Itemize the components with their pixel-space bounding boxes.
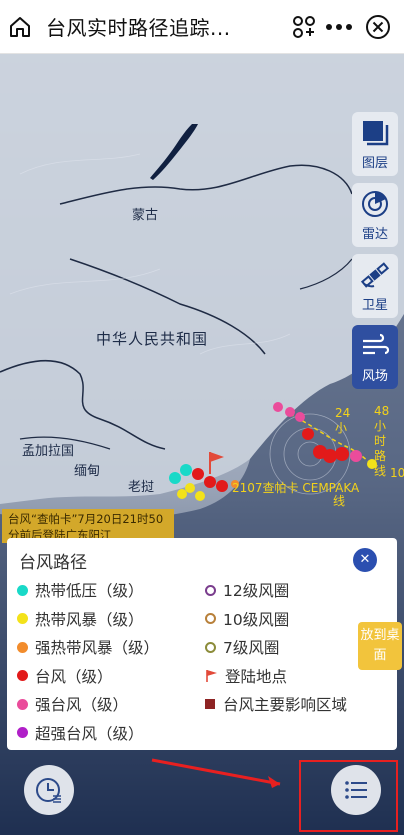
flag-icon bbox=[206, 669, 217, 682]
highlight-box bbox=[299, 760, 398, 832]
clock-icon bbox=[36, 778, 61, 803]
scan-icon[interactable] bbox=[291, 14, 317, 40]
history-button[interactable] bbox=[24, 765, 74, 815]
severe-typhoon-dot-icon bbox=[17, 698, 28, 710]
wind-circle-12-icon bbox=[205, 584, 216, 596]
label-myanmar: 缅甸 bbox=[74, 464, 101, 479]
tropical-storm-dot-icon bbox=[17, 613, 28, 625]
legend-item: 台风（级） bbox=[17, 662, 159, 691]
legend-item: 热带风暴（级） bbox=[17, 605, 159, 634]
legend-panel: 台风路径 ✕ 热带低压（级） 热带风暴（级） 强热带风暴（级） 台风（级） 强台… bbox=[7, 538, 397, 750]
label-mongolia: 蒙古 bbox=[132, 208, 159, 223]
radar-icon bbox=[362, 190, 388, 217]
layers-label: 图层 bbox=[361, 155, 388, 171]
legend-wind-column: 12级风圈 10级风圈 7级风圈 登陆地点 台风主要影响区域 bbox=[205, 576, 347, 719]
legend-item: 热带低压（级） bbox=[17, 576, 159, 605]
forecast-48h-label: 48小时路线 bbox=[374, 404, 390, 478]
map-tools: 图层 雷达 卫星 风场 bbox=[352, 112, 398, 396]
impact-area-icon bbox=[205, 699, 215, 710]
label-china: 中华人民共和国 bbox=[96, 330, 209, 348]
wind-label: 风场 bbox=[361, 368, 388, 384]
super-typhoon-dot-icon bbox=[17, 727, 28, 739]
forecast-72h-label: 10 bbox=[390, 466, 404, 480]
wind-icon bbox=[363, 333, 390, 354]
severe-tropical-storm-dot-icon bbox=[17, 641, 28, 653]
typhoon-map[interactable]: 蒙古 中华人民共和国 孟加拉国 缅甸 老挝 2107查帕卡 CEMPAKA 24… bbox=[0, 54, 404, 835]
wind-button[interactable]: 风场 bbox=[352, 325, 398, 389]
tropical-depression-dot-icon bbox=[17, 584, 28, 596]
legend-item: 台风主要影响区域 bbox=[205, 690, 347, 719]
satellite-button[interactable]: 卫星 bbox=[352, 254, 398, 318]
label-bangladesh: 孟加拉国 bbox=[22, 444, 75, 459]
satellite-icon bbox=[360, 261, 390, 288]
radar-label: 雷达 bbox=[361, 226, 388, 242]
home-icon[interactable] bbox=[8, 15, 32, 39]
add-to-desktop-button[interactable]: 放到桌面 bbox=[358, 622, 402, 670]
legend-item: 超强台风（级） bbox=[17, 719, 159, 748]
close-icon[interactable] bbox=[365, 14, 391, 40]
forecast-24h-label: 24小 bbox=[335, 406, 351, 435]
wind-circle-10-icon bbox=[205, 613, 216, 625]
legend-item: 登陆地点 bbox=[205, 662, 347, 691]
title-bar: 台风实时路径追踪... bbox=[0, 0, 404, 54]
typhoon-dot-icon bbox=[17, 670, 28, 682]
legend-close-button[interactable]: ✕ bbox=[353, 548, 377, 572]
layers-icon bbox=[363, 120, 389, 145]
satellite-label: 卫星 bbox=[361, 297, 388, 313]
legend-item: 强台风（级） bbox=[17, 690, 159, 719]
legend-item: 7级风圈 bbox=[205, 633, 347, 662]
legend-item: 12级风圈 bbox=[205, 576, 347, 605]
legend-title: 台风路径 bbox=[19, 553, 87, 573]
legend-intensity-column: 热带低压（级） 热带风暴（级） 强热带风暴（级） 台风（级） 强台风（级） 超强… bbox=[17, 576, 159, 747]
label-laos: 老挝 bbox=[128, 480, 155, 495]
more-icon[interactable] bbox=[324, 18, 354, 36]
radar-button[interactable]: 雷达 bbox=[352, 183, 398, 247]
legend-item: 强热带风暴（级） bbox=[17, 633, 159, 662]
annotation-arrow-icon bbox=[151, 758, 281, 788]
legend-item: 10级风圈 bbox=[205, 605, 347, 634]
layers-button[interactable]: 图层 bbox=[352, 112, 398, 176]
forecast-line-label: 线 bbox=[333, 494, 346, 508]
page-title: 台风实时路径追踪... bbox=[46, 16, 231, 40]
wind-circle-7-icon bbox=[205, 641, 216, 653]
